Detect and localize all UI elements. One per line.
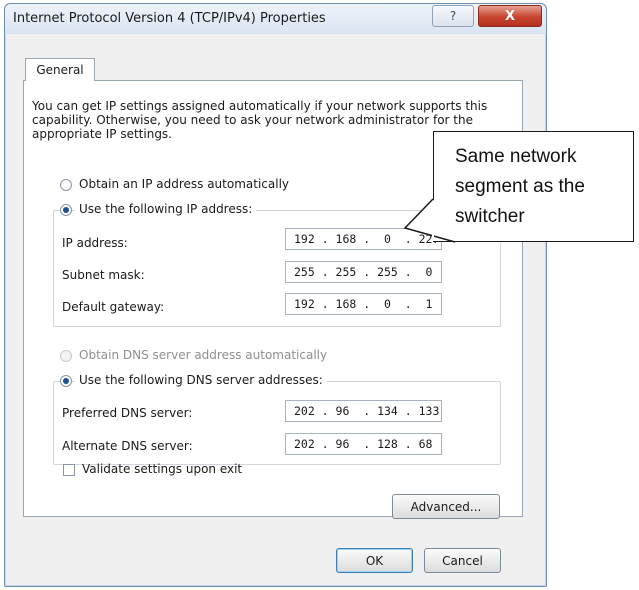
subnet-mask-field[interactable]: 255 . 255 . 255 . 0 <box>285 261 442 283</box>
use-dns-manual-radio[interactable] <box>60 375 72 387</box>
help-button[interactable]: ? <box>432 5 474 27</box>
help-icon: ? <box>449 9 457 23</box>
ok-button[interactable]: OK <box>336 548 413 573</box>
validate-checkbox[interactable] <box>63 464 75 476</box>
ip-address-field[interactable]: 192 . 168 . 0 . 227 <box>285 228 442 250</box>
obtain-ip-auto-label[interactable]: Obtain an IP address automatically <box>79 177 289 191</box>
annotation-callout-text: Same network segment as the switcher <box>455 146 585 227</box>
title-bar[interactable]: Internet Protocol Version 4 (TCP/IPv4) P… <box>5 4 546 34</box>
preferred-dns-field[interactable]: 202 . 96 . 134 . 133 <box>285 400 442 422</box>
default-gateway-field[interactable]: 192 . 168 . 0 . 1 <box>285 293 442 315</box>
use-dns-manual-label[interactable]: Use the following DNS server addresses: <box>75 373 327 387</box>
cancel-button[interactable]: Cancel <box>424 548 501 573</box>
obtain-dns-auto-label[interactable]: Obtain DNS server address automatically <box>79 348 327 362</box>
alternate-dns-field[interactable]: 202 . 96 . 128 . 68 <box>285 433 442 455</box>
use-ip-manual-radio[interactable] <box>60 204 72 216</box>
close-icon: X <box>504 8 516 24</box>
close-button[interactable]: X <box>478 5 542 27</box>
default-gateway-label: Default gateway: <box>62 300 165 314</box>
tab-general[interactable]: General <box>25 58 95 81</box>
validate-label[interactable]: Validate settings upon exit <box>82 462 242 476</box>
advanced-button[interactable]: Advanced... <box>392 494 500 519</box>
ip-address-label: IP address: <box>62 236 128 250</box>
obtain-ip-auto-radio[interactable] <box>60 179 72 191</box>
window-title: Internet Protocol Version 4 (TCP/IPv4) P… <box>13 11 326 26</box>
use-ip-manual-label[interactable]: Use the following IP address: <box>75 202 257 216</box>
alternate-dns-label: Alternate DNS server: <box>62 439 193 453</box>
subnet-mask-label: Subnet mask: <box>62 268 145 282</box>
obtain-dns-auto-radio[interactable] <box>60 350 72 362</box>
preferred-dns-label: Preferred DNS server: <box>62 406 193 420</box>
